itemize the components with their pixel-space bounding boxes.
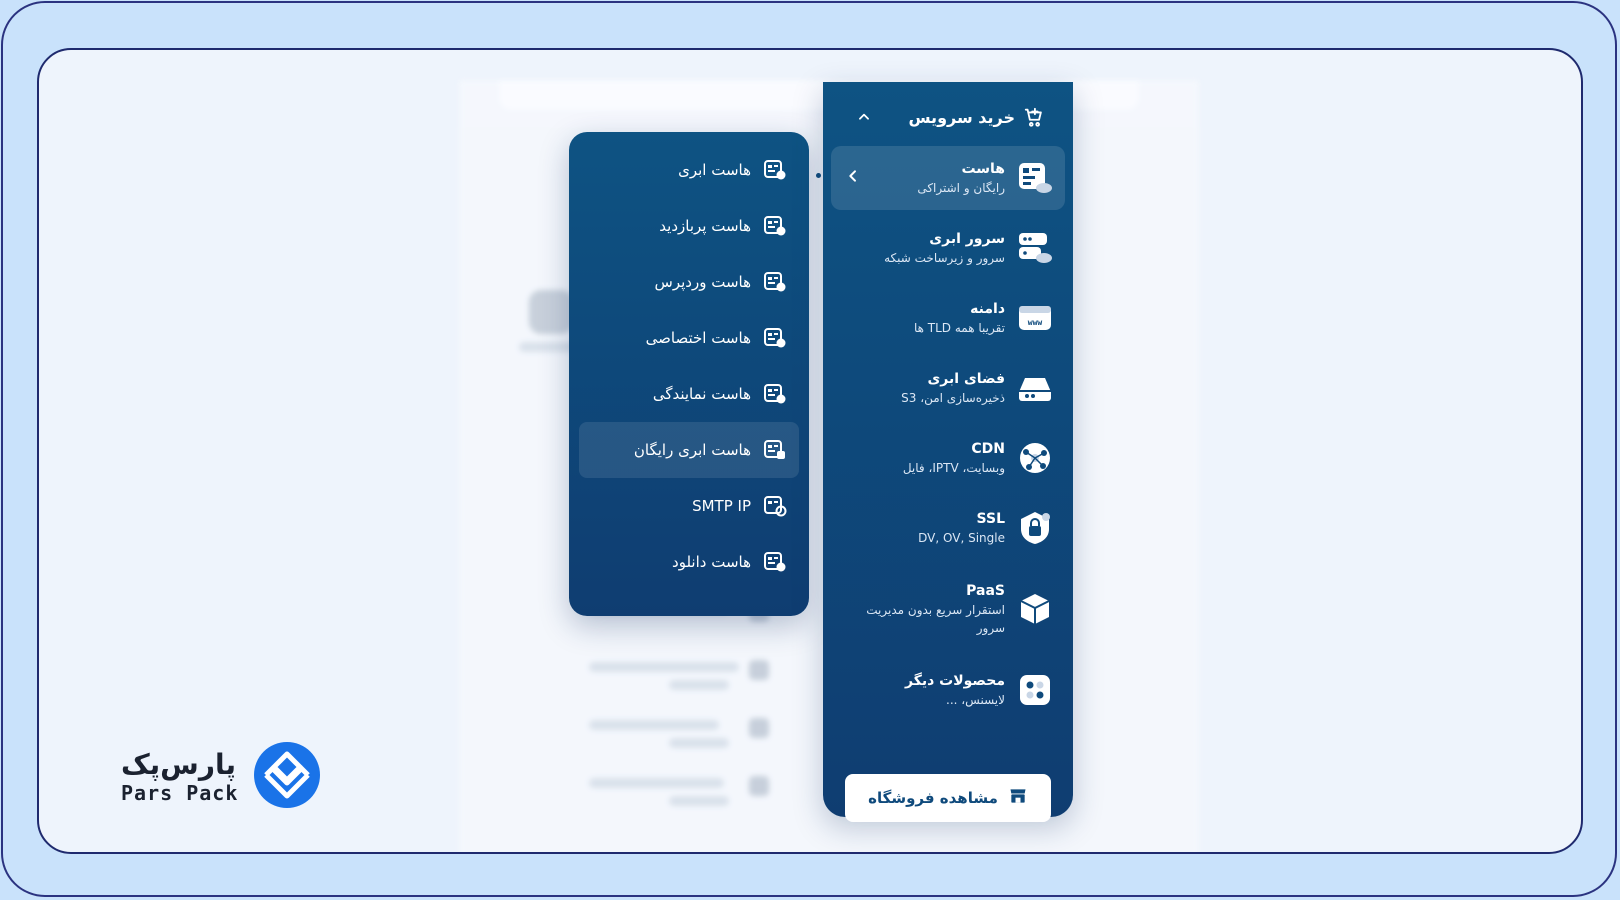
submenu-item-download-host[interactable]: هاست دانلود bbox=[579, 534, 799, 590]
submenu-item-label: هاست دانلود bbox=[672, 553, 751, 571]
submenu-item-label: هاست اختصاصی bbox=[645, 329, 751, 347]
submenu-item-label: SMTP IP bbox=[692, 497, 751, 515]
cart-icon bbox=[1023, 106, 1045, 128]
menu-header[interactable]: خرید سرویس bbox=[823, 100, 1073, 134]
cloud-server-icon bbox=[1017, 230, 1053, 266]
paas-cube-icon bbox=[1017, 591, 1053, 627]
domain-www-icon: www bbox=[1017, 300, 1053, 336]
other-products-icon bbox=[1017, 672, 1053, 708]
view-store-button[interactable]: مشاهده فروشگاه bbox=[845, 774, 1051, 822]
menu-item-subtitle: DV, OV, Single bbox=[918, 531, 1005, 545]
menu-item-title: هاست bbox=[961, 161, 1005, 177]
view-store-label: مشاهده فروشگاه bbox=[868, 789, 998, 807]
submenu-item-high-traffic-host[interactable]: هاست پربازدید bbox=[579, 198, 799, 254]
blurred-icon bbox=[749, 776, 769, 796]
store-icon bbox=[1008, 786, 1028, 810]
logo-text-fa: پارس‌پک bbox=[121, 748, 237, 781]
blurred-text bbox=[669, 738, 729, 748]
svg-text:www: www bbox=[1028, 318, 1043, 327]
menu-item-subtitle: لایسنس، ... bbox=[946, 693, 1005, 707]
menu-item-subtitle: سرور و زیرساخت شبکه bbox=[884, 251, 1005, 265]
submenu-item-label: هاست نمایندگی bbox=[652, 385, 751, 403]
host-icon bbox=[764, 328, 786, 348]
menu-item-title: SSL bbox=[976, 511, 1005, 527]
cloud-storage-icon bbox=[1017, 370, 1053, 406]
menu-title: خرید سرویس bbox=[908, 107, 1015, 127]
blurred-icon bbox=[749, 718, 769, 738]
smtp-icon bbox=[764, 496, 787, 517]
menu-item-paas[interactable]: PaaS استقرار سریع بدون مدیریت سرور bbox=[831, 566, 1065, 652]
cdn-globe-icon bbox=[1017, 440, 1053, 476]
menu-item-ssl[interactable]: SSL DV, OV, Single bbox=[831, 496, 1065, 560]
submenu-item-label: هاست ابری رایگان bbox=[633, 441, 751, 459]
menu-item-title: PaaS bbox=[966, 583, 1005, 599]
menu-item-subtitle: رایگان و اشتراکی bbox=[917, 181, 1005, 195]
submenu-item-label: هاست پربازدید bbox=[659, 217, 751, 235]
blurred-text bbox=[589, 662, 739, 672]
screenshot-panel: هاست ابری هاست پربازدید هاست وردپرس هاست… bbox=[37, 48, 1583, 854]
submenu-item-cloud-host[interactable]: هاست ابری bbox=[579, 142, 799, 198]
menu-items: هاست رایگان و اشتراکی سرور ابری سرور و ز… bbox=[831, 146, 1065, 728]
menu-item-title: محصولات دیگر bbox=[905, 673, 1005, 689]
submenu-item-label: هاست ابری bbox=[678, 161, 751, 179]
host-cloud-icon bbox=[1017, 160, 1053, 196]
menu-item-subtitle: وبسایت، IPTV، فایل bbox=[902, 461, 1005, 475]
ssl-lock-icon bbox=[1017, 510, 1053, 546]
host-icon bbox=[764, 160, 786, 180]
chevron-up-icon[interactable] bbox=[857, 110, 871, 124]
menu-item-cloud-server[interactable]: سرور ابری سرور و زیرساخت شبکه bbox=[831, 216, 1065, 280]
blurred-icon bbox=[749, 660, 769, 680]
menu-item-cloud-storage[interactable]: فضای ابری ذخیره‌سازی امن، S3 bbox=[831, 356, 1065, 420]
menu-item-cdn[interactable]: CDN وبسایت، IPTV، فایل bbox=[831, 426, 1065, 490]
blurred-text bbox=[669, 680, 729, 690]
logo-text-en: Pars Pack bbox=[121, 781, 239, 805]
menu-item-title: سرور ابری bbox=[929, 231, 1005, 247]
submenu-item-reseller-host[interactable]: هاست نمایندگی bbox=[579, 366, 799, 422]
blurred-text bbox=[589, 778, 724, 788]
submenu-item-label: هاست وردپرس bbox=[654, 273, 751, 291]
menu-item-subtitle: ذخیره‌سازی امن، S3 bbox=[901, 391, 1005, 405]
submenu-list: هاست ابری هاست پربازدید هاست وردپرس هاست… bbox=[579, 142, 799, 590]
menu-item-other-products[interactable]: محصولات دیگر لایسنس، ... bbox=[831, 658, 1065, 722]
menu-item-title: CDN bbox=[971, 441, 1005, 457]
menu-item-domain[interactable]: www دامنه تقریبا همه TLD ها bbox=[831, 286, 1065, 350]
submenu-item-dedicated-host[interactable]: هاست اختصاصی bbox=[579, 310, 799, 366]
parspack-logo[interactable]: پارس‌پک Pars Pack bbox=[121, 722, 349, 832]
chevron-left-icon bbox=[843, 168, 861, 188]
host-icon bbox=[764, 384, 786, 404]
host-free-icon bbox=[764, 440, 785, 459]
menu-item-subtitle: تقریبا همه TLD ها bbox=[913, 321, 1005, 335]
submenu-item-smtp-ip[interactable]: SMTP IP bbox=[579, 478, 799, 534]
host-icon bbox=[764, 272, 786, 292]
menu-item-title: دامنه bbox=[970, 301, 1005, 317]
submenu-item-free-cloud-host[interactable]: هاست ابری رایگان bbox=[579, 422, 799, 478]
menu-item-title: فضای ابری bbox=[927, 371, 1005, 387]
host-icon bbox=[764, 552, 786, 572]
host-icon bbox=[764, 216, 786, 236]
menu-item-subtitle: استقرار سریع بدون مدیریت سرور bbox=[866, 603, 1005, 635]
connector-dot bbox=[816, 173, 821, 178]
blurred-text bbox=[589, 720, 719, 730]
service-menu: خرید سرویس هاست رایگان و اشتراکی سرور اب… bbox=[823, 82, 1073, 822]
blurred-icon bbox=[529, 290, 573, 334]
host-submenu: هاست ابری هاست پربازدید هاست وردپرس هاست… bbox=[569, 132, 809, 616]
blurred-text bbox=[669, 796, 729, 806]
menu-item-host[interactable]: هاست رایگان و اشتراکی bbox=[831, 146, 1065, 210]
submenu-item-wordpress-host[interactable]: هاست وردپرس bbox=[579, 254, 799, 310]
logo-mark-icon bbox=[252, 740, 322, 814]
